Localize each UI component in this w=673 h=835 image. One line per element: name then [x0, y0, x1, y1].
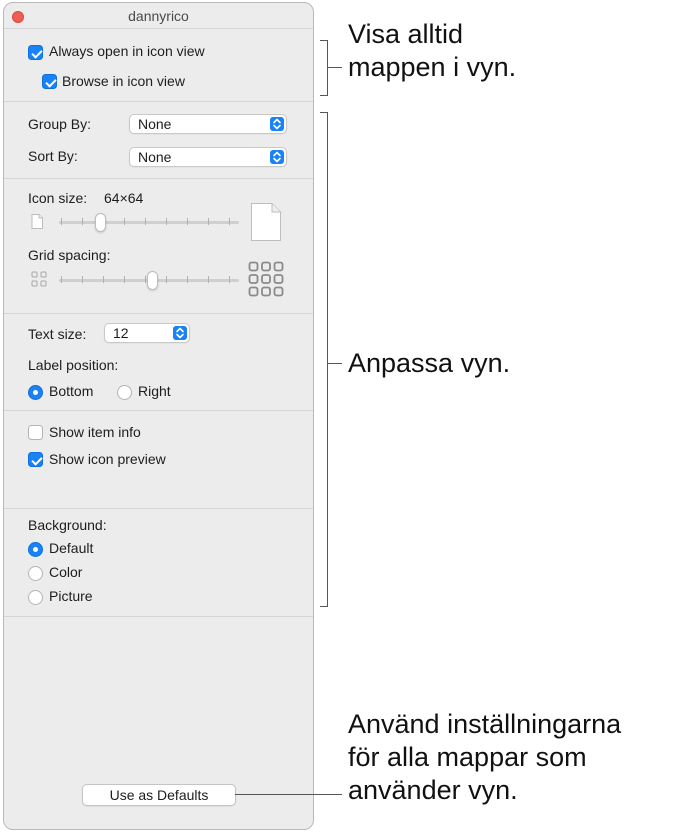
updown-arrows-icon: [270, 117, 284, 131]
background-color-label: Color: [49, 564, 83, 580]
callout-middle: Anpassa vyn.: [348, 348, 511, 378]
title-bar: dannyrico: [4, 3, 313, 28]
background-picture-label: Picture: [49, 588, 93, 604]
use-as-defaults-button[interactable]: Use as Defaults: [82, 784, 236, 806]
text-size-popup[interactable]: 12: [104, 323, 190, 343]
callout-top-line-2: mappen i vyn.: [348, 52, 517, 82]
icon-size-label: Icon size:: [28, 190, 88, 206]
small-grid-icon: [31, 271, 47, 287]
large-grid-icon: [248, 261, 284, 297]
always-open-checkbox[interactable]: [28, 45, 43, 60]
sort-by-popup[interactable]: None: [129, 147, 287, 167]
background-color-radio[interactable]: [28, 566, 43, 581]
sort-by-value: None: [138, 149, 172, 165]
right-radio-label: Right: [138, 383, 171, 399]
callout-top: Visa alltid mappen i vyn.: [348, 18, 516, 84]
callout-bottom-line-2: för alla mappar som: [348, 742, 587, 772]
grid-spacing-label: Grid spacing:: [28, 247, 111, 263]
show-icon-preview-label: Show icon preview: [49, 451, 166, 467]
show-item-info-label: Show item info: [49, 424, 141, 440]
divider: [4, 313, 313, 314]
updown-arrows-icon: [270, 150, 284, 164]
group-by-value: None: [138, 116, 172, 132]
background-picture-radio[interactable]: [28, 590, 43, 605]
icon-size-slider[interactable]: [59, 209, 239, 237]
always-open-label: Always open in icon view: [49, 43, 205, 59]
show-icon-preview-checkbox[interactable]: [28, 452, 43, 467]
callout-bottom-line-3: använder vyn.: [348, 775, 518, 805]
browse-icon-view-label: Browse in icon view: [62, 73, 185, 89]
grid-spacing-slider-knob[interactable]: [147, 271, 158, 290]
icon-size-slider-knob[interactable]: [95, 213, 106, 232]
right-radio[interactable]: [117, 385, 132, 400]
background-label: Background:: [28, 517, 107, 533]
callout-leader-bottom: [235, 794, 342, 795]
divider: [4, 28, 313, 29]
group-by-label: Group By:: [28, 116, 92, 132]
background-default-label: Default: [49, 540, 94, 556]
callout-bottom: Använd inställningarna för alla mappar s…: [348, 708, 621, 807]
label-position-label: Label position:: [28, 357, 119, 373]
background-default-radio[interactable]: [28, 542, 43, 557]
browse-icon-view-checkbox[interactable]: [42, 74, 57, 89]
small-document-icon: [31, 214, 43, 229]
window-title: dannyrico: [128, 8, 189, 24]
bottom-radio[interactable]: [28, 385, 43, 400]
group-by-popup[interactable]: None: [129, 114, 287, 134]
icon-size-value: 64×64: [104, 190, 144, 206]
show-item-info-checkbox[interactable]: [28, 425, 43, 440]
divider: [4, 616, 313, 617]
callout-bottom-line-1: Använd inställningarna: [348, 709, 622, 739]
divider: [4, 178, 313, 179]
divider: [4, 410, 313, 411]
text-size-label: Text size:: [28, 326, 87, 342]
callout-top-line-1: Visa alltid: [348, 19, 464, 49]
text-size-value: 12: [113, 325, 129, 341]
finder-view-options-window: dannyrico Always open in icon view Brows…: [3, 2, 314, 830]
grid-spacing-slider[interactable]: [59, 267, 239, 295]
bottom-radio-label: Bottom: [49, 383, 94, 399]
large-document-icon: [251, 203, 281, 241]
divider: [4, 508, 313, 509]
sort-by-label: Sort By:: [28, 148, 78, 164]
updown-arrows-icon: [173, 326, 187, 340]
divider: [4, 101, 313, 102]
